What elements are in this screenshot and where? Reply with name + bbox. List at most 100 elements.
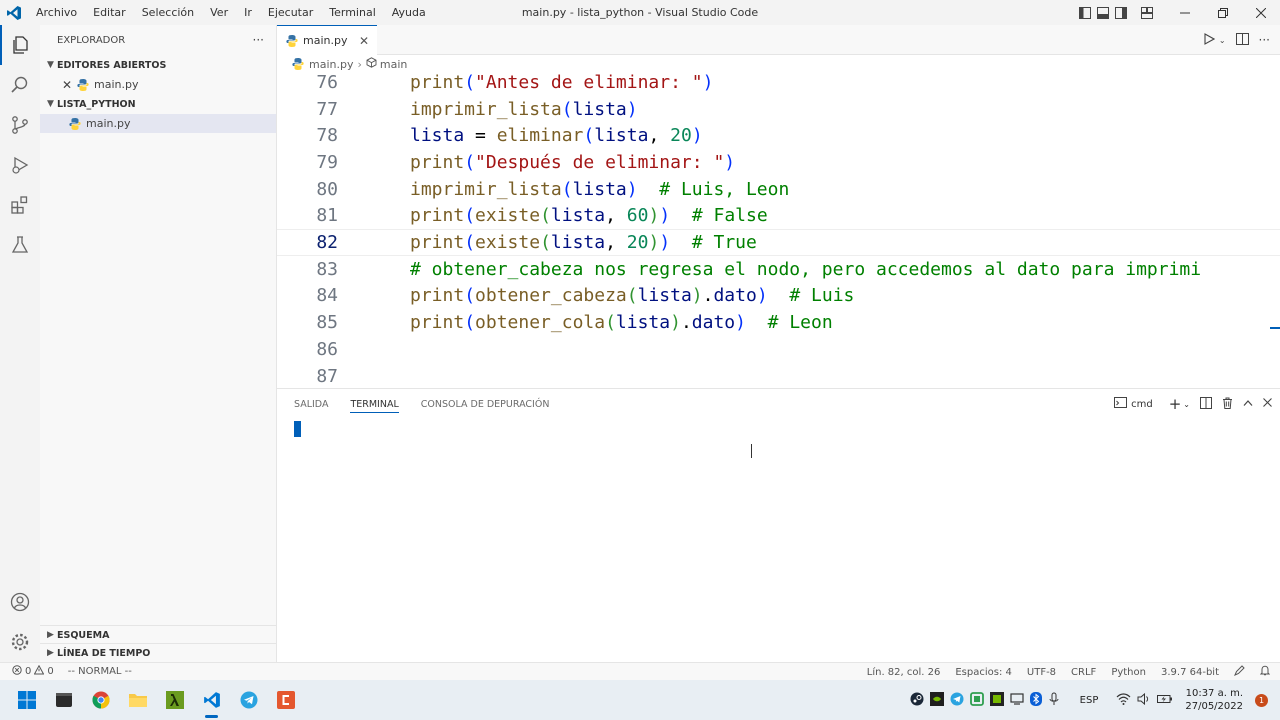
close-panel-icon[interactable]: [1263, 398, 1272, 410]
close-tab-icon[interactable]: ✕: [359, 34, 369, 48]
breadcrumb-file[interactable]: main.py: [309, 58, 353, 71]
folder-section[interactable]: ▼ LISTA_PYTHON: [40, 94, 276, 114]
close-window-icon[interactable]: [1242, 0, 1280, 25]
line-number: 87: [316, 365, 338, 387]
line-number: 77: [316, 98, 338, 120]
terminal-area[interactable]: [277, 419, 1280, 663]
code-line-current: 82 print(existe(lista, 20)) # True: [277, 229, 1280, 256]
indentation[interactable]: Espacios: 4: [955, 667, 1012, 678]
file-explorer-icon[interactable]: [119, 680, 156, 720]
tab-consola-depuracion[interactable]: CONSOLA DE DEPURACIÓN: [421, 399, 550, 410]
code-text: print("Antes de eliminar: "): [410, 73, 714, 93]
outline-section[interactable]: ▶ ESQUEMA: [40, 626, 276, 644]
terminal-shell-name[interactable]: cmd: [1131, 399, 1153, 410]
search-icon[interactable]: [0, 65, 40, 105]
source-control-icon[interactable]: [0, 105, 40, 145]
menu-archivo[interactable]: Archivo: [28, 0, 85, 25]
more-actions-icon[interactable]: ···: [1259, 33, 1270, 47]
timeline-section[interactable]: ▶ LÍNEA DE TIEMPO: [40, 644, 276, 662]
bluetooth-icon[interactable]: [1029, 691, 1042, 709]
menu-ir[interactable]: Ir: [236, 0, 260, 25]
customize-layout-icon[interactable]: [1138, 0, 1156, 25]
lambda-app-icon[interactable]: [156, 680, 193, 720]
menu-terminal[interactable]: Terminal: [321, 0, 384, 25]
python-file-icon: [77, 78, 89, 91]
python-interpreter[interactable]: 3.9.7 64-bit: [1161, 667, 1219, 678]
trash-icon[interactable]: [1222, 397, 1233, 412]
tab-main-py[interactable]: main.py ✕: [277, 25, 377, 55]
restore-icon[interactable]: [1204, 0, 1242, 25]
menu-ejecutar[interactable]: Ejecutar: [260, 0, 321, 25]
breadcrumb: main.py › main: [277, 55, 1280, 73]
line-number: 78: [316, 125, 338, 147]
code-line: 81 print(existe(lista, 60)) # False: [277, 203, 1280, 230]
toggle-primary-sidebar-icon[interactable]: [1076, 0, 1094, 25]
maximize-panel-icon[interactable]: [1243, 399, 1253, 410]
minimize-icon[interactable]: [1166, 0, 1204, 25]
encoding[interactable]: UTF-8: [1027, 667, 1056, 678]
code-editor[interactable]: 76 print("Antes de eliminar: ") 77 impri…: [277, 73, 1280, 388]
manage-gear-icon[interactable]: [0, 622, 40, 662]
code-editor-app-icon[interactable]: [267, 680, 304, 720]
chevron-down-icon[interactable]: ⌄: [1219, 36, 1226, 45]
taskbar-clock[interactable]: 10:37 a. m. 27/05/2022: [1185, 687, 1243, 713]
code-line: 86: [277, 336, 1280, 363]
testing-icon[interactable]: [0, 225, 40, 265]
open-editor-item[interactable]: ✕ main.py: [40, 75, 276, 94]
line-number: 83: [316, 258, 338, 280]
volume-icon[interactable]: [1137, 692, 1151, 708]
menu-seleccion[interactable]: Selección: [134, 0, 202, 25]
tab-terminal[interactable]: TERMINAL: [350, 399, 399, 413]
file-tree-item[interactable]: main.py: [40, 114, 276, 133]
terminal-app-icon[interactable]: [45, 680, 82, 720]
telegram-tray-icon[interactable]: [950, 692, 964, 709]
code-text: imprimir_lista(lista) # Luis, Leon: [410, 178, 790, 200]
close-editor-icon[interactable]: ✕: [62, 78, 76, 92]
windows-start-icon[interactable]: [8, 680, 45, 720]
split-terminal-icon[interactable]: [1200, 396, 1212, 412]
telegram-icon[interactable]: [230, 680, 267, 720]
wifi-icon[interactable]: [1116, 692, 1131, 708]
steam-icon[interactable]: [910, 692, 924, 709]
code-line: 79 print("Después de eliminar: "): [277, 149, 1280, 176]
accounts-icon[interactable]: [0, 582, 40, 622]
run-python-icon[interactable]: [1203, 32, 1215, 48]
menu-ayuda[interactable]: Ayuda: [384, 0, 434, 25]
run-debug-icon[interactable]: [0, 145, 40, 185]
line-ending[interactable]: CRLF: [1071, 667, 1096, 678]
language-mode[interactable]: Python: [1111, 667, 1146, 678]
breadcrumb-symbol[interactable]: main: [380, 58, 407, 71]
line-number: 76: [316, 73, 338, 93]
split-editor-icon[interactable]: [1235, 32, 1249, 48]
feedback-icon[interactable]: [1234, 665, 1245, 679]
toggle-secondary-sidebar-icon[interactable]: [1112, 0, 1130, 25]
new-terminal-icon[interactable]: +: [1169, 395, 1182, 413]
menu-ver[interactable]: Ver: [202, 0, 236, 25]
microphone-icon[interactable]: [1048, 692, 1060, 709]
gpu-monitor-icon[interactable]: [989, 691, 1004, 709]
notifications-bell-icon[interactable]: [1259, 665, 1271, 679]
explorer-icon[interactable]: [0, 25, 40, 65]
tab-salida[interactable]: SALIDA: [294, 399, 328, 410]
problems-indicator[interactable]: 0 0: [12, 664, 54, 678]
cursor-position[interactable]: Lín. 82, col. 26: [867, 667, 941, 678]
chrome-icon[interactable]: [82, 680, 119, 720]
explorer-more-icon[interactable]: ···: [253, 33, 264, 47]
input-language[interactable]: ESP: [1080, 695, 1099, 706]
menu-editar[interactable]: Editar: [85, 0, 134, 25]
nvidia-icon[interactable]: [929, 691, 944, 709]
vscode-logo-icon[interactable]: [0, 0, 28, 25]
notification-badge[interactable]: 1: [1255, 693, 1268, 707]
green-app-tray-icon[interactable]: [969, 691, 984, 709]
display-tray-icon[interactable]: [1010, 692, 1024, 709]
open-editors-section[interactable]: ▼ EDITORES ABIERTOS: [40, 55, 276, 75]
error-icon: [12, 665, 22, 678]
chevron-down-icon: ▼: [47, 60, 54, 70]
code-text: print(obtener_cabeza(lista).dato) # Luis: [410, 285, 855, 307]
toggle-panel-icon[interactable]: [1094, 0, 1112, 25]
minimap-slider[interactable]: [1270, 327, 1280, 329]
vscode-taskbar-icon[interactable]: [193, 680, 230, 720]
battery-charging-icon[interactable]: [1157, 693, 1173, 708]
extensions-icon[interactable]: [0, 185, 40, 225]
chevron-down-icon[interactable]: ⌄: [1183, 400, 1190, 409]
